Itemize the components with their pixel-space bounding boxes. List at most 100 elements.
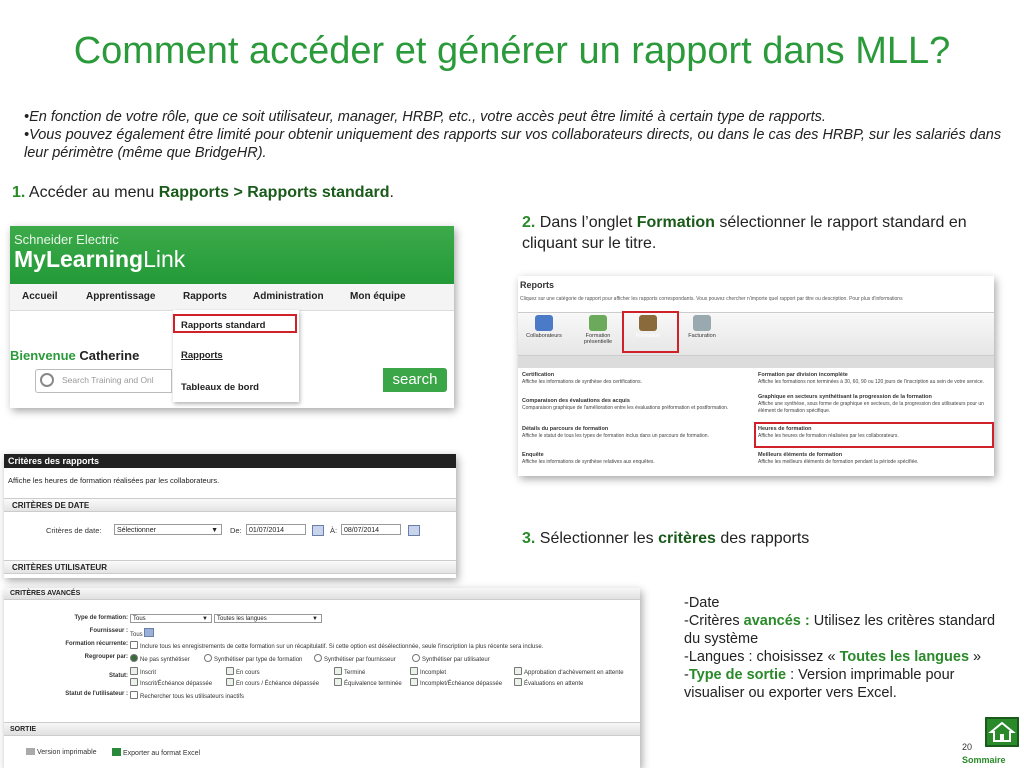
option-label: Inscrit/Échéance dépassée (140, 681, 213, 687)
fournisseur-label: Fournisseur : (89, 628, 128, 634)
advanced-screenshot: CRITÈRES AVANCÉS Type de formation: Tous… (4, 588, 640, 768)
report-graphique-secteurs[interactable]: Graphique en secteurs synthétisant la pr… (758, 394, 990, 415)
statut-inscrit[interactable]: Inscrit (130, 667, 156, 676)
explain-part: -Critères (684, 613, 744, 629)
fournisseur-text: Tous (130, 632, 143, 638)
formation-highlight (622, 311, 679, 353)
criteria-header: Critères des rapports (4, 454, 456, 468)
a-label: À: (330, 526, 338, 535)
checkbox-icon (514, 667, 522, 675)
category-collaborateurs[interactable]: Collaborateurs (522, 315, 566, 339)
report-division-incomplete[interactable]: Formation par division incomplète Affiche… (758, 372, 990, 386)
type-select[interactable]: Tous ▼ (130, 614, 212, 623)
explain-date: -Date (684, 595, 720, 611)
radio-icon (130, 654, 138, 662)
heures-highlight (754, 422, 994, 448)
regrouper-opt-2[interactable]: Synthétiser par type de formation (204, 654, 302, 663)
page-title: Comment accéder et générer un rapport da… (73, 30, 951, 72)
option-label: Synthétiser par utilisateur (422, 657, 490, 663)
calendar-icon[interactable] (312, 525, 324, 536)
statut-equivalence[interactable]: Équivalence terminée (334, 678, 402, 687)
report-title: Détails du parcours de formation (522, 426, 609, 432)
statut-termine[interactable]: Terminé (334, 667, 365, 676)
report-comparaison[interactable]: Comparaison des évaluations des acquis Co… (522, 398, 742, 412)
report-certification[interactable]: Certification Affiche les informations de… (522, 372, 742, 386)
report-title: Certification (522, 372, 555, 378)
inactive-users-checkbox[interactable]: Rechercher tous les utilisateurs inactif… (130, 691, 244, 700)
search-input[interactable]: Search Training and Onl (35, 369, 172, 393)
regrouper-opt-4[interactable]: Synthétiser par utilisateur (412, 654, 490, 663)
checkbox-icon (130, 667, 138, 675)
report-meilleurs-elements[interactable]: Meilleurs éléments de formation Affiche l… (758, 452, 990, 466)
regrouper-opt-1[interactable]: Ne pas synthétiser (130, 654, 190, 663)
statut-en-cours[interactable]: En cours (226, 667, 260, 676)
checkbox-icon (334, 667, 342, 675)
recurrente-checkbox[interactable]: Inclure tous les enregistrements de cett… (130, 641, 543, 650)
sommaire-link[interactable]: Sommaire (962, 755, 1006, 765)
explain-avances: -Critères avancés : Utilisez les critère… (684, 612, 1014, 648)
step-1-text: Accéder au menu (25, 184, 159, 201)
report-enquete[interactable]: Enquête Affiche les informations de synth… (522, 452, 742, 466)
date-select[interactable]: Sélectionner ▼ (114, 524, 222, 535)
statut-evaluations[interactable]: Évaluations en attente (514, 678, 583, 687)
intro-text: •En fonction de votre rôle, que ce soit … (24, 108, 1004, 162)
checkbox-icon (514, 678, 522, 686)
home-icon[interactable] (985, 717, 1019, 747)
criteria-explanation: -Date -Critères avancés : Utilisez les c… (684, 594, 1014, 702)
inactive-users-text: Rechercher tous les utilisateurs inactif… (140, 694, 245, 700)
menu-tableaux-de-bord[interactable]: Tableaux de bord (181, 382, 259, 393)
report-title: Graphique en secteurs synthétisant la pr… (758, 394, 932, 400)
checkbox-icon (410, 667, 418, 675)
category-formation-presentielle[interactable]: Formation présentielle (576, 315, 620, 345)
reports-screenshot: Reports Cliquez sur une catégorie de rap… (518, 276, 994, 476)
statut-inscrit-echeance[interactable]: Inscrit/Échéance dépassée (130, 678, 212, 687)
rapports-dropdown: Rapports standard Rapports Tableaux de b… (173, 310, 299, 402)
search-button[interactable]: search (383, 368, 447, 392)
welcome-text: Bienvenue Catherine (10, 348, 139, 363)
step-2-number: 2. (522, 214, 536, 231)
option-label: Incomplet/Échéance dépassée (420, 681, 503, 687)
regrouper-label: Regrouper par: (84, 654, 128, 660)
regrouper-opt-3[interactable]: Synthétiser par fournisseur (314, 654, 396, 663)
nav-rapports[interactable]: Rapports (183, 291, 227, 302)
nav-administration[interactable]: Administration (253, 291, 324, 302)
step-2-text: Dans l’onglet (535, 214, 637, 231)
step-1-bold: Rapports > Rapports standard (158, 184, 390, 201)
print-version-link[interactable]: Version imprimable (26, 748, 97, 756)
step-1: 1. Accéder au menu Rapports > Rapports s… (12, 182, 394, 203)
nav-accueil[interactable]: Accueil (22, 291, 58, 302)
category-facturation[interactable]: Facturation (680, 315, 724, 339)
menu-rapports[interactable]: Rapports (181, 350, 223, 361)
explain-bold: avancés : (743, 613, 810, 629)
nav-apprentissage[interactable]: Apprentissage (86, 291, 155, 302)
nav-mon-equipe[interactable]: Mon équipe (350, 291, 406, 302)
reports-title: Reports (520, 280, 555, 290)
checkbox-icon (226, 678, 234, 686)
report-desc: Affiche le statut de tous les types de f… (522, 433, 709, 439)
step-3-text: Sélectionner les (535, 530, 659, 547)
statut-approbation[interactable]: Approbation d'achèvement en attente (514, 667, 624, 676)
language-value: Toutes les langues (217, 616, 267, 622)
print-label: Version imprimable (37, 749, 97, 756)
calendar-icon[interactable] (408, 525, 420, 536)
excel-export-link[interactable]: Exporter au format Excel (112, 748, 200, 757)
report-title: Meilleurs éléments de formation (758, 452, 843, 458)
statut-en-cours-echeance[interactable]: En cours / Échéance dépassée (226, 678, 319, 687)
edit-icon[interactable] (144, 628, 155, 637)
fournisseur-value: Tous (130, 628, 155, 638)
sortie-header: SORTIE (4, 722, 640, 736)
search-icon (40, 373, 54, 387)
language-select[interactable]: Toutes les langues ▼ (214, 614, 322, 623)
report-title: Comparaison des évaluations des acquis (522, 398, 630, 404)
people-icon (535, 315, 553, 331)
brand-learning: Learning (45, 246, 144, 272)
explain-bold: Toutes les langues (839, 649, 970, 665)
statut-incomplet-echeance[interactable]: Incomplet/Échéance dépassée (410, 678, 502, 687)
de-date-input[interactable]: 01/07/2014 (246, 524, 306, 535)
report-details-parcours[interactable]: Détails du parcours de formation Affiche … (522, 426, 742, 440)
brand-my: My (14, 246, 46, 272)
excel-label: Exporter au format Excel (123, 750, 201, 757)
option-label: Incomplet (420, 670, 447, 676)
statut-incomplet[interactable]: Incomplet (410, 667, 446, 676)
a-date-input[interactable]: 08/07/2014 (341, 524, 401, 535)
